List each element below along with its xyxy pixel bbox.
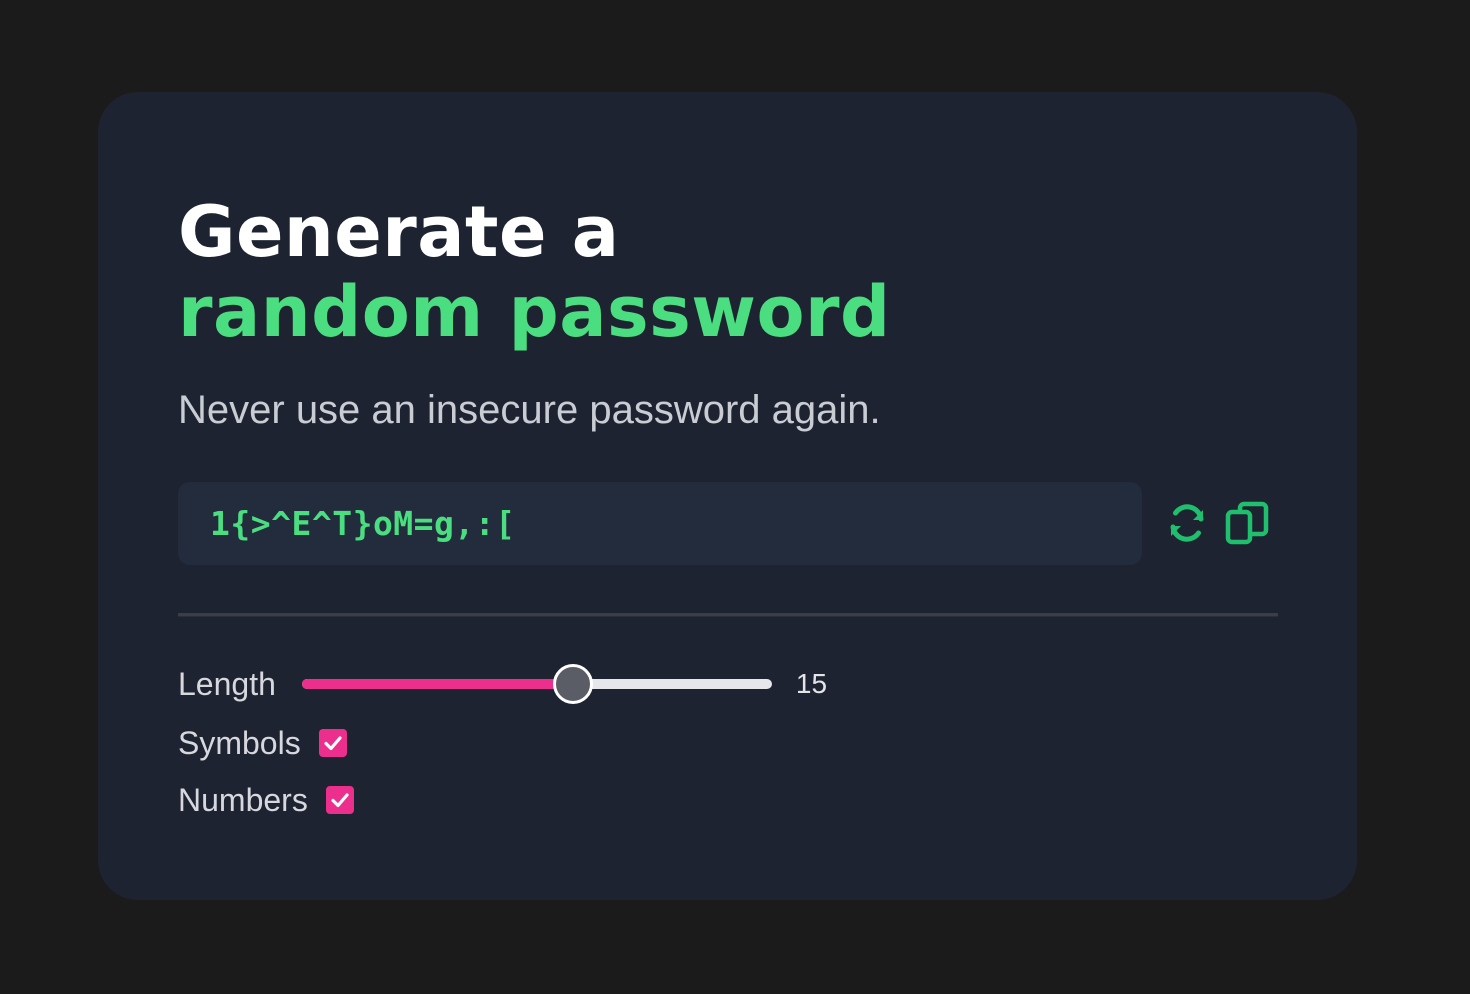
subtitle: Never use an insecure password again.: [178, 388, 881, 432]
password-output-field[interactable]: 1{>^E^T}oM=g,:[: [178, 482, 1142, 565]
slider-thumb[interactable]: [553, 664, 594, 704]
slider-fill: [301, 679, 573, 689]
password-text[interactable]: 1{>^E^T}oM=g,:[: [210, 504, 516, 543]
length-option-row: Length 15: [178, 660, 827, 708]
symbols-checkbox[interactable]: [318, 729, 347, 757]
checkmark-icon: [331, 793, 349, 808]
checkmark-icon: [324, 736, 342, 751]
divider: [178, 613, 1278, 617]
length-value: 15: [795, 668, 828, 699]
numbers-label: Numbers: [178, 781, 308, 818]
title-line-2-highlight: random password: [178, 271, 891, 353]
length-slider[interactable]: [301, 660, 772, 708]
numbers-checkbox[interactable]: [325, 786, 354, 814]
copy-button[interactable]: [1222, 498, 1272, 548]
length-label: Length: [178, 665, 276, 702]
numbers-option-row: Numbers: [178, 776, 354, 824]
symbols-option-row: Symbols: [178, 719, 347, 767]
page-title: Generate a random password: [178, 192, 891, 352]
regenerate-button[interactable]: [1162, 498, 1212, 548]
refresh-icon: [1170, 504, 1204, 542]
copy-icon: [1225, 501, 1269, 545]
title-line-1: Generate a: [178, 191, 620, 273]
symbols-label: Symbols: [178, 724, 301, 761]
password-generator-card: Generate a random password Never use an …: [98, 92, 1357, 900]
